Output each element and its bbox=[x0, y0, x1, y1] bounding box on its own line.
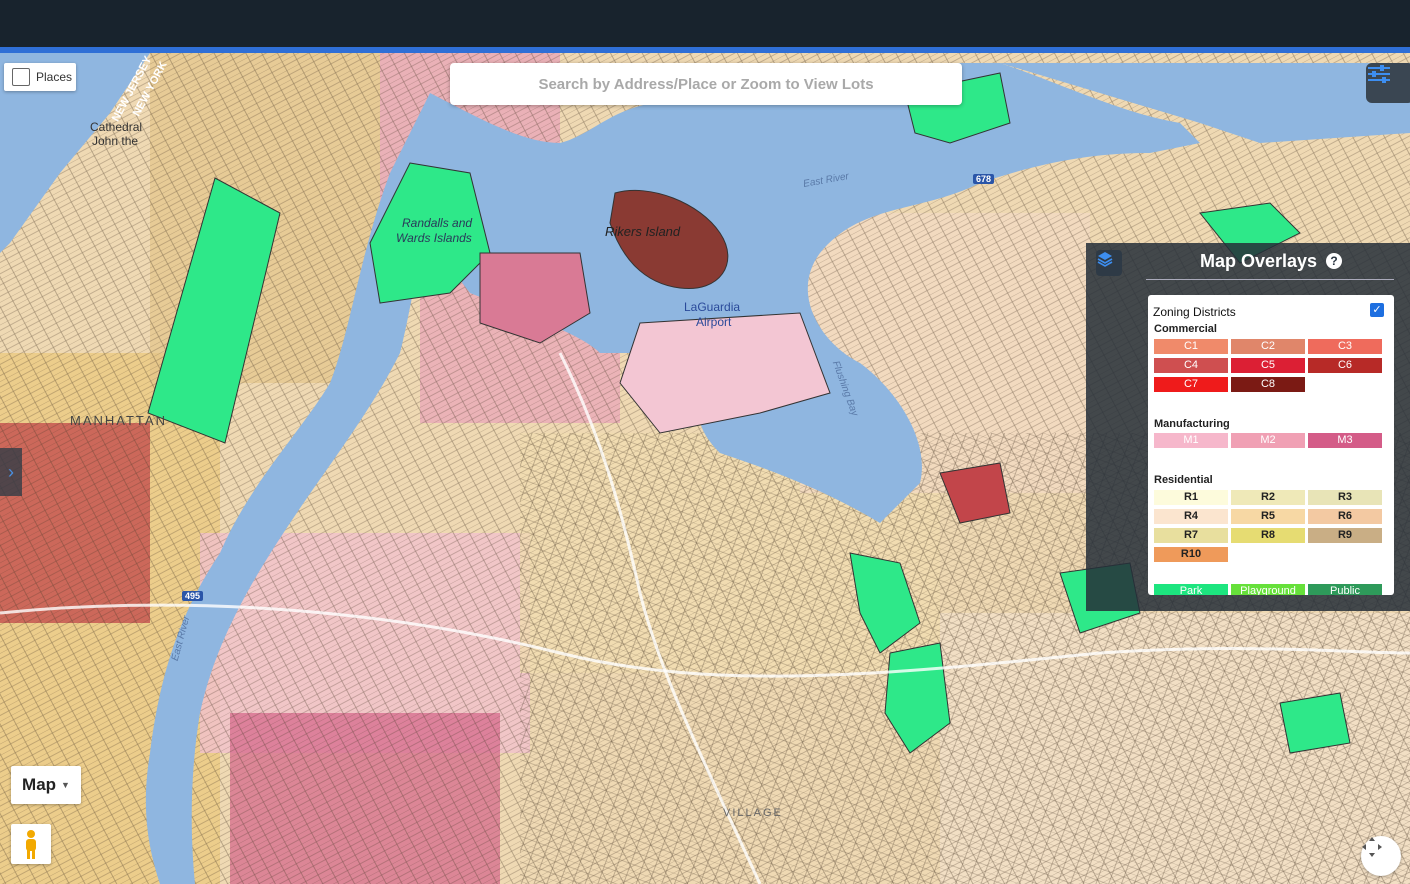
legend-swatch-residential-r3: R3 bbox=[1308, 490, 1382, 505]
map-canvas[interactable]: Rikers Island Randalls and Wards Islands… bbox=[0, 53, 1410, 884]
help-icon[interactable]: ? bbox=[1326, 253, 1342, 269]
legend-swatch-other-public: Public bbox=[1308, 584, 1382, 595]
legend-swatch-commercial-c7: C7 bbox=[1154, 377, 1228, 392]
legend-swatch-other-park: Park bbox=[1154, 584, 1228, 595]
group-commercial: Commercial bbox=[1154, 323, 1217, 335]
legend-swatch-residential-r9: R9 bbox=[1308, 528, 1382, 543]
legend-swatch-residential-r10: R10 bbox=[1154, 547, 1228, 562]
legend-swatch-commercial-c3: C3 bbox=[1308, 339, 1382, 354]
legend-swatch-residential-r1: R1 bbox=[1154, 490, 1228, 505]
map-type-selector[interactable]: Map ▼ bbox=[11, 766, 81, 804]
label-john-the: John the bbox=[92, 134, 139, 148]
dropdown-arrow-icon: ▼ bbox=[61, 780, 70, 790]
zoning-legend: Zoning Districts ✓ Commercial Manufactur… bbox=[1148, 295, 1394, 595]
street-view-pegman[interactable] bbox=[11, 824, 51, 864]
group-residential: Residential bbox=[1154, 474, 1213, 486]
label-manhattan: MANHATTAN bbox=[70, 413, 167, 428]
places-checkbox[interactable] bbox=[12, 68, 30, 86]
legend-swatch-residential-r2: R2 bbox=[1231, 490, 1305, 505]
label-village: VILLAGE bbox=[723, 807, 783, 819]
legend-swatch-commercial-c5: C5 bbox=[1231, 358, 1305, 373]
layers-icon[interactable] bbox=[1096, 250, 1122, 276]
legend-swatch-residential-r6: R6 bbox=[1308, 509, 1382, 524]
label-laguardia: LaGuardia bbox=[684, 300, 741, 314]
label-airport: Airport bbox=[696, 315, 732, 329]
legend-swatch-residential-r8: R8 bbox=[1231, 528, 1305, 543]
top-header-bar bbox=[0, 0, 1410, 47]
overlay-title: Map Overlays bbox=[1200, 251, 1318, 271]
label-wards: Wards Islands bbox=[396, 231, 472, 245]
label-cathedral: Cathedral bbox=[90, 120, 143, 134]
chevron-right-icon: › bbox=[8, 461, 14, 482]
legend-swatch-residential-r4: R4 bbox=[1154, 509, 1228, 524]
legend-swatch-commercial-c4: C4 bbox=[1154, 358, 1228, 373]
legend-swatch-manufacturing-m2: M2 bbox=[1231, 433, 1305, 448]
zoning-districts-checkbox[interactable]: ✓ bbox=[1370, 303, 1384, 317]
settings-button[interactable] bbox=[1366, 63, 1410, 103]
group-manufacturing: Manufacturing bbox=[1154, 418, 1230, 430]
legend-swatch-other-playground: Playground bbox=[1231, 584, 1305, 595]
fullscreen-icon bbox=[1362, 837, 1382, 857]
legend-swatch-residential-r5: R5 bbox=[1231, 509, 1305, 524]
places-toggle[interactable]: Places bbox=[4, 63, 76, 91]
map-overlays-panel: Map Overlays ? Zoning Districts ✓ Commer… bbox=[1086, 243, 1410, 611]
legend-title: Zoning Districts bbox=[1153, 305, 1236, 319]
map-type-label: Map bbox=[22, 775, 57, 794]
label-randalls: Randalls and bbox=[402, 216, 473, 230]
cunningham-park bbox=[1279, 692, 1351, 754]
legend-swatch-commercial-c8: C8 bbox=[1231, 377, 1305, 392]
search-bar[interactable] bbox=[450, 63, 962, 105]
legend-swatch-residential-r7: R7 bbox=[1154, 528, 1228, 543]
places-label: Places bbox=[36, 70, 73, 84]
fullscreen-button[interactable] bbox=[1361, 836, 1401, 876]
sidebar-expand-toggle[interactable]: › bbox=[0, 448, 22, 496]
highway-495-shield: 495 bbox=[182, 591, 204, 601]
highway-678-shield: 678 bbox=[973, 174, 995, 184]
legend-swatch-commercial-c1: C1 bbox=[1154, 339, 1228, 354]
legend-swatch-commercial-c6: C6 bbox=[1308, 358, 1382, 373]
sliders-icon bbox=[1368, 65, 1390, 83]
overlay-header: Map Overlays ? bbox=[1086, 243, 1410, 283]
overlay-divider bbox=[1146, 279, 1394, 280]
legend-swatch-manufacturing-m1: M1 bbox=[1154, 433, 1228, 448]
label-rikers-island: Rikers Island bbox=[605, 224, 681, 239]
legend-swatch-commercial-c2: C2 bbox=[1231, 339, 1305, 354]
pegman-icon bbox=[26, 830, 36, 859]
search-input[interactable] bbox=[450, 74, 962, 94]
legend-swatch-manufacturing-m3: M3 bbox=[1308, 433, 1382, 448]
